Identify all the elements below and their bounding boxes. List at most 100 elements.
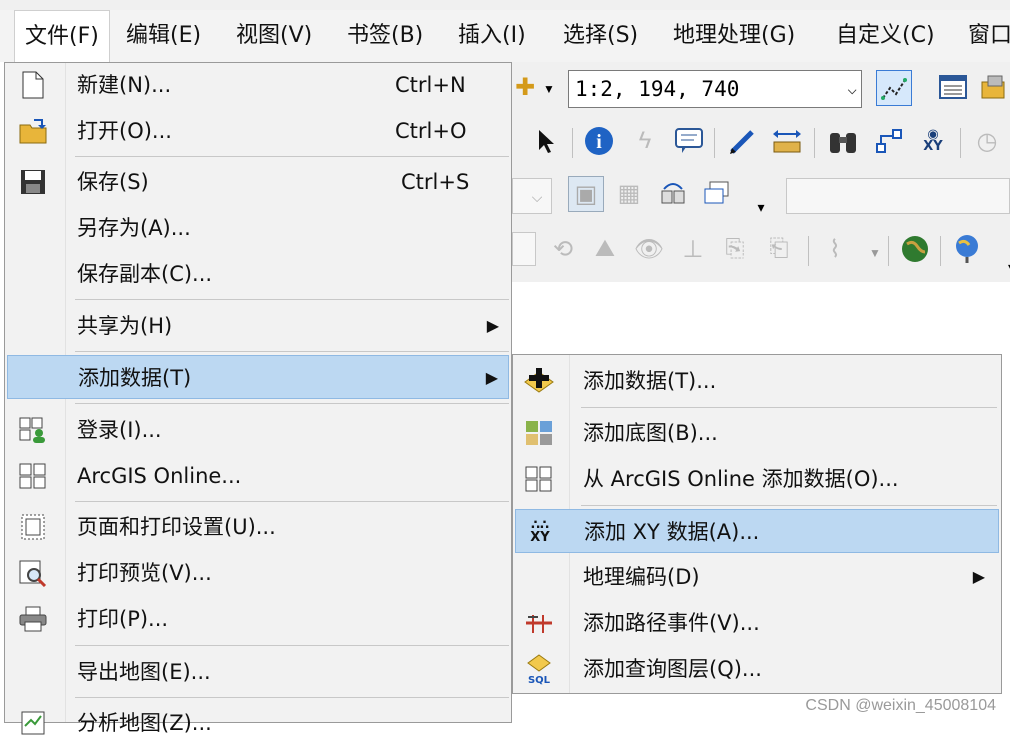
watermark: CSDN @weixin_45008104 [805,697,996,714]
refresh-layout-icon[interactable] [656,176,690,210]
printer-icon [17,604,49,634]
svg-text:SQL: SQL [528,675,551,685]
svg-text:i: i [596,131,602,153]
add-data-plus-icon [523,366,555,396]
partial-toolbar-button[interactable] [512,232,536,266]
file-menu-open[interactable]: 打开(O)... Ctrl+O [7,109,509,153]
html-popup-icon[interactable] [672,124,706,158]
stack-tool-icon[interactable]: ⎗ [762,232,796,266]
profile-graph-icon[interactable]: ⌇ [818,232,852,266]
hyperlink-lightning-icon[interactable]: ϟ [628,124,662,158]
menu-separator [75,501,509,502]
globe-icon[interactable] [898,232,932,266]
file-menu-page-setup[interactable]: 页面和打印设置(U)... [7,505,509,549]
save-disk-icon [17,167,49,197]
file-menu-new[interactable]: 新建(N)... Ctrl+N [7,63,509,107]
submenu-arrow-icon: ▶ [972,567,985,586]
sign-in-icon [17,415,49,445]
find-route-icon[interactable] [872,124,906,158]
find-binoculars-icon[interactable] [826,124,860,158]
file-menu-analyze-map[interactable]: 分析地图(Z)... [7,701,509,745]
submenu-add-xy-data[interactable]: ∴∴ XY 添加 XY 数据(A)... [515,509,999,553]
dropdown-arrow-icon[interactable]: ▼ [858,236,892,270]
menu-insert[interactable]: 插入(I) [458,10,526,62]
toolbar-overflow-icon[interactable]: ▾ [994,250,1010,284]
layer-tool-icon[interactable]: ⎘ [718,232,752,266]
toolbar-separator [940,236,941,266]
eye-icon[interactable]: 👁 [632,232,666,266]
globe-search-icon[interactable] [952,232,986,266]
select-page-icon[interactable]: ▣ [568,176,604,212]
table-of-contents-icon[interactable] [936,70,970,104]
menu-geoprocessing[interactable]: 地理处理(G) [673,10,795,62]
select-elements-arrow-icon[interactable] [530,124,564,158]
menu-separator [75,645,509,646]
file-menu-save-as[interactable]: 另存为(A)... [7,206,509,250]
identify-info-icon[interactable]: i [582,124,616,158]
submenu-arrow-icon: ▶ [485,368,498,387]
toolbar-separator [960,128,961,158]
submenu-add-data[interactable]: 添加数据(T)... [515,359,999,403]
submenu-add-basemap[interactable]: 添加底图(B)... [515,411,999,455]
route-events-icon [523,608,555,638]
menu-edit[interactable]: 编辑(E) [126,10,201,62]
edit-vertices-icon[interactable]: ⛰ [588,232,622,266]
catalog-icon[interactable] [978,70,1010,104]
layout-pages-icon[interactable] [700,176,734,210]
menu-selection[interactable]: 选择(S) [563,10,638,62]
measure-pen-icon[interactable] [726,124,760,158]
page-setup-icon [17,512,49,542]
window-top-strip [0,0,1010,10]
editor-toolbar-icon[interactable] [876,70,912,106]
lasso-icon[interactable]: ⟲ [546,232,580,266]
file-menu-save-copy[interactable]: 保存副本(C)... [7,252,509,296]
print-preview-icon [17,558,49,588]
menu-separator [75,403,509,404]
menu-separator [75,156,509,157]
file-menu-share-as[interactable]: 共享为(H) ▶ [7,304,509,348]
menu-view[interactable]: 视图(V) [236,10,312,62]
file-menu-arcgis-online[interactable]: ArcGIS Online... [7,454,509,498]
file-menu-dropdown: 新建(N)... Ctrl+N 打开(O)... Ctrl+O 保存(S) Ct… [4,62,512,735]
submenu-add-route-events[interactable]: 添加路径事件(V)... [515,601,999,645]
chevron-down-icon[interactable]: ⌵ [520,180,554,214]
add-xy-data-icon: ∴∴ XY [530,518,550,545]
chevron-down-icon[interactable]: ⌵ [847,71,857,107]
add-data-submenu: 添加数据(T)... 添加底图(B)... 从 ArcGIS Online 添加… [512,354,1002,694]
submenu-add-query-layer[interactable]: SQL 添加查询图层(Q)... [515,647,999,691]
text-combobox[interactable] [786,178,1010,214]
file-menu-save[interactable]: 保存(S) Ctrl+S [7,160,509,204]
file-menu-export-map[interactable]: 导出地图(E)... [7,650,509,694]
menu-separator [75,697,509,698]
menu-separator [581,407,997,408]
menu-bookmarks[interactable]: 书签(B) [347,10,423,62]
submenu-geocoding[interactable]: 地理编码(D) ▶ [515,555,999,599]
menu-separator [75,351,509,352]
menu-customize[interactable]: 自定义(C) [836,10,935,62]
analyze-map-icon [17,708,49,738]
toolbar-separator [572,128,573,158]
go-to-xy-icon[interactable]: ◉ XY [916,124,950,158]
toolbar-separator [714,128,715,158]
file-menu-sign-in[interactable]: 登录(I)... [7,408,509,452]
file-menu-print[interactable]: 打印(P)... [7,597,509,641]
menu-separator [581,505,997,506]
arcgis-online-grid-icon [17,461,49,491]
add-basemap-icon [523,418,555,448]
file-menu-print-preview[interactable]: 打印预览(V)... [7,551,509,595]
submenu-add-from-arcgis-online[interactable]: 从 ArcGIS Online 添加数据(O)... [515,457,999,501]
point-tool-icon[interactable]: ⊥ [676,232,710,266]
toolbar-separator [808,236,809,266]
toolbar-overflow-icon[interactable]: ▾ [744,190,778,224]
menu-bar: 文件(F) 编辑(E) 视图(V) 书签(B) 插入(I) 选择(S) 地理处理… [0,10,1010,63]
file-menu-add-data[interactable]: 添加数据(T) ▶ [7,355,509,399]
open-folder-icon [17,116,49,146]
time-slider-icon[interactable]: ◷ [970,124,1004,158]
map-scale-combobox[interactable]: 1:2, 194, 740 ⌵ [568,70,862,108]
measure-ruler-icon[interactable] [770,124,804,158]
menu-windows[interactable]: 窗口 [968,10,1010,62]
dropdown-arrow-icon[interactable]: ▼ [532,72,566,106]
arcgis-online-grid-icon [523,464,555,494]
menu-file[interactable]: 文件(F) [14,10,110,63]
grid-layout-icon[interactable]: ▦ [612,176,646,210]
